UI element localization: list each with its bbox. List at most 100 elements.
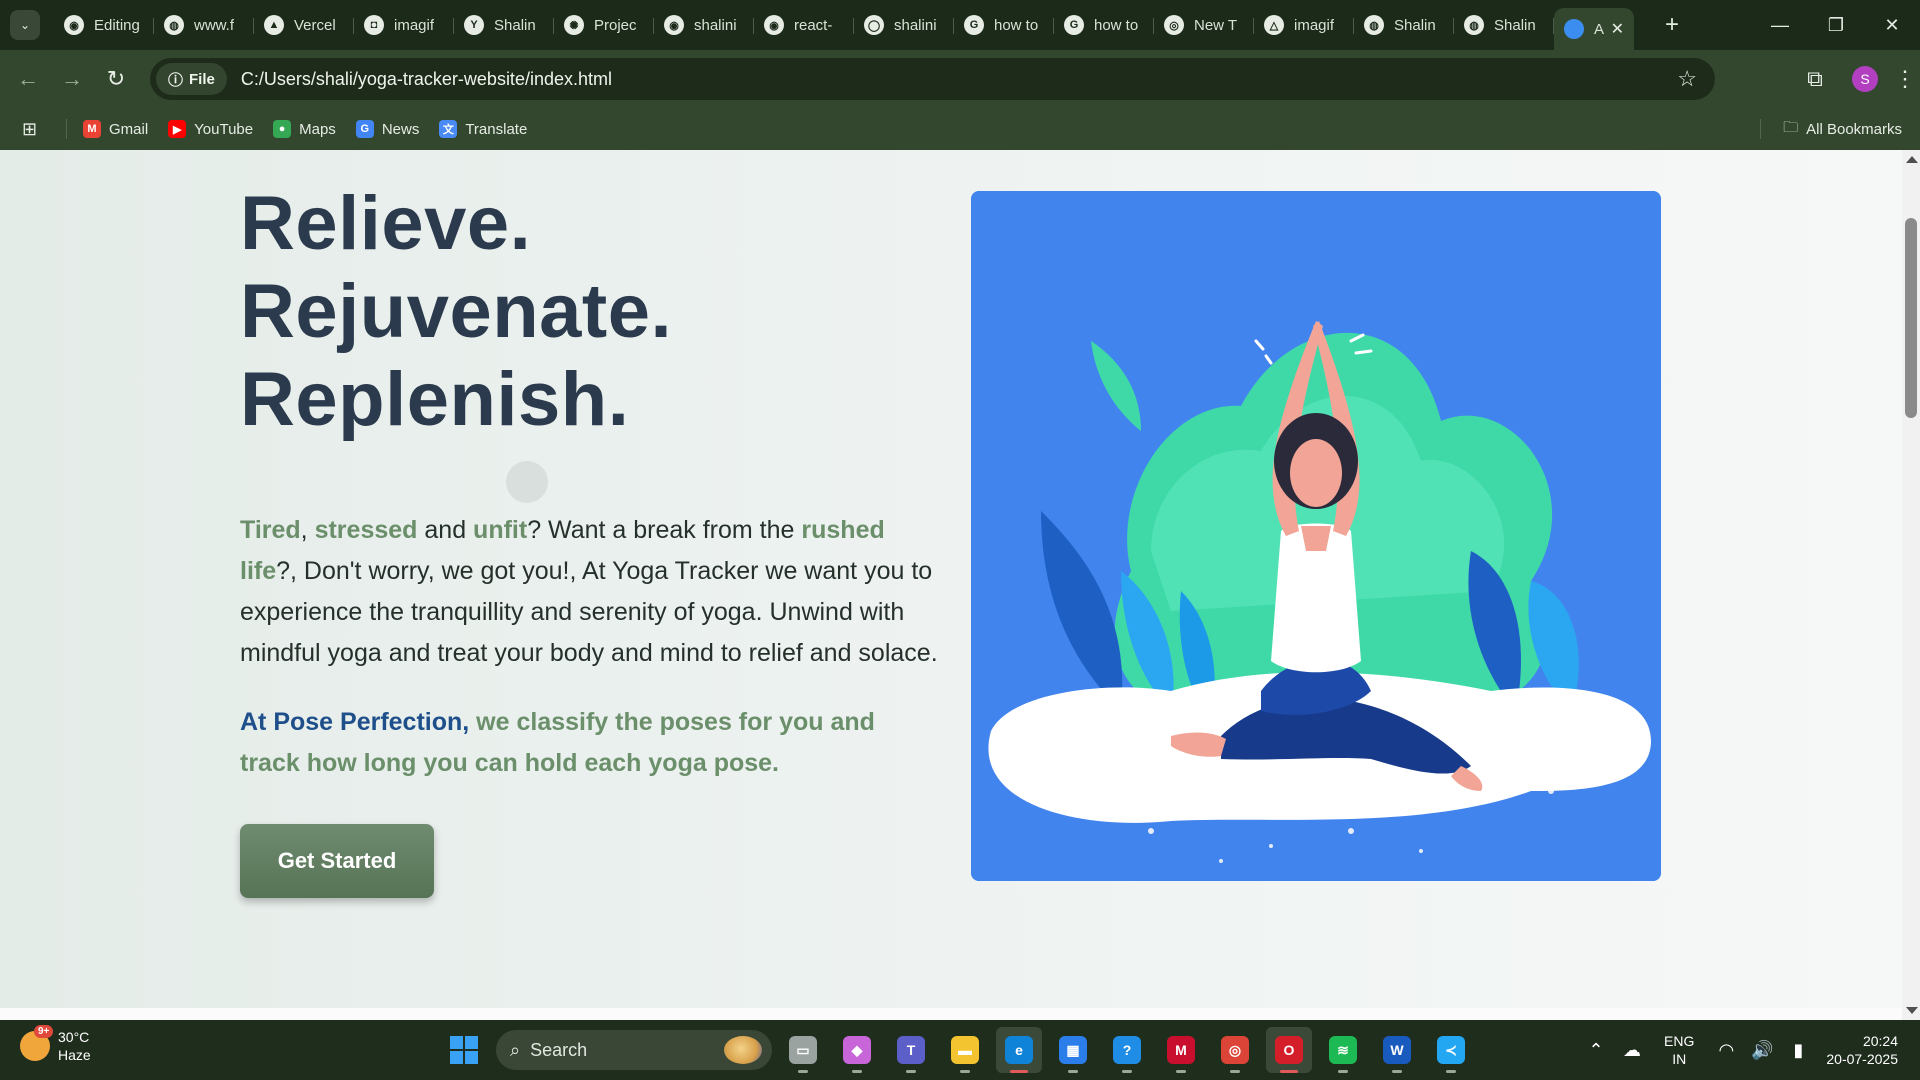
browser-tab[interactable]: ◍ Shalin: [1454, 7, 1554, 43]
window-controls: — ❐ ✕: [1752, 0, 1920, 50]
close-window-button[interactable]: ✕: [1864, 0, 1920, 50]
taskbar-get-help[interactable]: ?: [1104, 1027, 1150, 1073]
apps-grid-icon[interactable]: ⊞: [22, 119, 46, 140]
bookmark-gmail[interactable]: M Gmail: [83, 120, 148, 138]
profile-avatar[interactable]: S: [1852, 66, 1878, 92]
extensions-icon[interactable]: ⧉: [1790, 66, 1840, 92]
browser-tab[interactable]: Ghow to: [954, 7, 1054, 43]
browser-tab[interactable]: Y Shalin: [454, 7, 554, 43]
headline-replenish: Replenish.: [240, 357, 630, 442]
browser-tab[interactable]: △ imagif: [1254, 7, 1354, 43]
browser-tab[interactable]: ✺ Projec: [554, 7, 654, 43]
site-info-chip[interactable]: ⓘ File: [156, 63, 227, 95]
start-button[interactable]: [440, 1026, 488, 1074]
tab-title: shalini: [694, 16, 737, 34]
globe-icon: ◍: [1464, 15, 1484, 35]
y-combinator-icon: Y: [464, 15, 484, 35]
taskbar-chrome[interactable]: ◎: [1212, 1027, 1258, 1073]
tab-title: Vercel: [294, 16, 336, 34]
language-code: ENG: [1664, 1033, 1695, 1049]
all-bookmarks-button[interactable]: 🗀 All Bookmarks: [1760, 117, 1902, 142]
clock[interactable]: 20:24 20-07-2025: [1826, 1032, 1898, 1068]
bookmark-news[interactable]: G News: [355, 120, 420, 138]
address-bar[interactable]: ⓘ File C:/Users/shali/yoga-tracker-websi…: [150, 58, 1715, 100]
reload-button[interactable]: ↻: [94, 59, 138, 99]
new-tab-button[interactable]: +: [1658, 11, 1686, 39]
page-scrollbar[interactable]: [1902, 150, 1920, 1020]
active-tab[interactable]: A ✕: [1554, 8, 1634, 50]
volume-icon[interactable]: 🔊: [1744, 1040, 1780, 1061]
github-icon: ◉: [664, 15, 684, 35]
taskbar-spotify[interactable]: ≋: [1320, 1027, 1366, 1073]
browser-menu-icon[interactable]: ⋮: [1890, 66, 1920, 92]
browser-tab[interactable]: ◉ react-: [754, 7, 854, 43]
weather-temperature: 30°C: [58, 1029, 90, 1045]
taskbar-mcafee[interactable]: M: [1158, 1027, 1204, 1073]
yoga-woman-illustration: [971, 191, 1661, 881]
tab-title: www.f: [194, 16, 235, 34]
chevron-up-icon[interactable]: ⌃: [1578, 1040, 1614, 1061]
url-text[interactable]: C:/Users/shali/yoga-tracker-website/inde…: [241, 69, 612, 90]
bookmark-list: M Gmail ▶ YouTube ● Maps G News 文 Translate: [83, 120, 547, 138]
taskbar-search[interactable]: ⌕ Search: [496, 1030, 772, 1070]
back-button[interactable]: ←: [6, 59, 50, 99]
taskbar-copilot[interactable]: ◆: [834, 1027, 880, 1073]
get-help-icon: ?: [1113, 1036, 1141, 1064]
scroll-down-arrow-icon[interactable]: [1906, 1007, 1918, 1014]
weather-widget[interactable]: 9+ 30°C Haze: [20, 1025, 91, 1064]
intro-text: ,: [300, 516, 315, 544]
minimize-button[interactable]: —: [1752, 0, 1808, 50]
bookmark-star-icon[interactable]: ☆: [1677, 66, 1697, 92]
tab-search-button[interactable]: ⌄: [10, 10, 40, 40]
battery-icon[interactable]: ▮: [1780, 1040, 1816, 1061]
language-indicator[interactable]: ENG IN: [1664, 1032, 1694, 1068]
maximize-button[interactable]: ❐: [1808, 0, 1864, 50]
github-dim-icon: ◯: [864, 15, 884, 35]
get-started-button[interactable]: Get Started: [240, 824, 434, 898]
taskbar-file-explorer[interactable]: ▬: [942, 1027, 988, 1073]
bookmark-label: News: [381, 120, 420, 138]
browser-tab[interactable]: ◯ shalini: [854, 7, 954, 43]
bookmark-label: Maps: [299, 120, 336, 138]
tagline: At Pose Perfection, we classify the pose…: [240, 702, 940, 784]
tab-title: Shalin: [494, 16, 536, 34]
scroll-up-arrow-icon[interactable]: [1906, 156, 1918, 163]
taskbar-vscode[interactable]: ≺: [1428, 1027, 1474, 1073]
bookmark-youtube[interactable]: ▶ YouTube: [168, 120, 253, 138]
bookmark-translate[interactable]: 文 Translate: [439, 120, 527, 138]
taskbar-task-view[interactable]: ▭: [780, 1027, 826, 1073]
globe-icon: ◍: [1364, 15, 1384, 35]
edge-icon: e: [1005, 1036, 1033, 1064]
tab-title: react-: [794, 16, 833, 34]
browser-tab[interactable]: ◎ New T: [1154, 7, 1254, 43]
headline-relieve: Relieve.: [240, 181, 532, 266]
browser-tab[interactable]: ◘ imagif: [354, 7, 454, 43]
scrollbar-thumb[interactable]: [1905, 218, 1917, 418]
taskbar-opera[interactable]: O: [1266, 1027, 1312, 1073]
taskbar-edge[interactable]: e: [996, 1027, 1042, 1073]
brand-name: At Pose Perfection,: [240, 708, 470, 736]
close-tab-icon[interactable]: ✕: [1611, 19, 1624, 39]
taskbar-teams[interactable]: T: [888, 1027, 934, 1073]
browser-tab[interactable]: ◍ Shalin: [1354, 7, 1454, 43]
pinned-apps: ▭ ◆ T ▬ e ▦? M ◎ O ≋ W ≺: [780, 1027, 1474, 1073]
taskbar-word[interactable]: W: [1374, 1027, 1420, 1073]
search-label: Search: [530, 1039, 588, 1060]
tabs: ◉ Editing ◍ www.f ▲ Vercel ◘ imagif Y Shalin ✺ Proj…: [54, 0, 1634, 50]
clock-date: 20-07-2025: [1826, 1051, 1898, 1067]
onedrive-icon[interactable]: ☁: [1614, 1040, 1650, 1061]
highlight-stressed: stressed: [314, 516, 418, 544]
browser-tab[interactable]: ◍ www.f: [154, 7, 254, 43]
bookmark-maps[interactable]: ● Maps: [273, 120, 336, 138]
translate-icon: 文: [439, 120, 458, 138]
search-icon: ⌕: [510, 1039, 521, 1060]
browser-toolbar: ← → ↻ ⓘ File C:/Users/shali/yoga-tracker…: [0, 50, 1920, 108]
browser-tab[interactable]: ▲ Vercel: [254, 7, 354, 43]
taskbar-microsoft-store[interactable]: ▦: [1050, 1027, 1096, 1073]
forward-button[interactable]: →: [50, 59, 94, 99]
browser-tab[interactable]: ◉ Editing: [54, 7, 154, 43]
browser-tab[interactable]: ◉ shalini: [654, 7, 754, 43]
browser-tab[interactable]: Ghow to: [1054, 7, 1154, 43]
folder-icon: 🗀: [1783, 118, 1799, 136]
wifi-icon[interactable]: ◠: [1708, 1040, 1744, 1061]
